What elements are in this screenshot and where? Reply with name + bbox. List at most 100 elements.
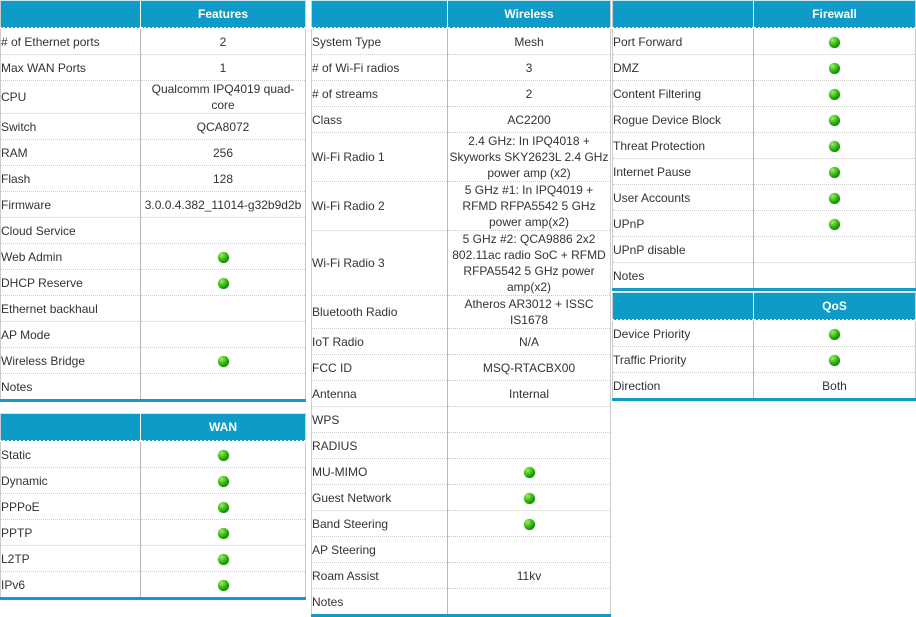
firewall-qos-column: Firewall Port Forward DMZ Content Filtering…	[612, 0, 916, 401]
table-row: Wireless Bridge	[0, 347, 306, 374]
row-label: PPTP	[0, 519, 141, 546]
table-row: WPS	[311, 406, 611, 433]
row-label: Wi-Fi Radio 3	[311, 230, 448, 296]
row-value	[753, 346, 916, 373]
table-row: Content Filtering	[612, 80, 916, 107]
green-status-dot-icon	[523, 492, 535, 504]
row-value	[140, 243, 306, 270]
table-row: RADIUS	[311, 432, 611, 459]
green-status-dot-icon	[829, 328, 840, 340]
table-row: Notes	[0, 373, 306, 401]
row-value	[447, 536, 611, 563]
row-label: Band Steering	[311, 510, 448, 537]
wireless-column: Wireless System Type Mesh # of Wi-Fi radios…	[311, 0, 611, 617]
table-row: CPU Qualcomm IPQ4019 quad-core	[0, 80, 306, 114]
row-label: Guest Network	[311, 484, 448, 511]
row-label: FCC ID	[311, 354, 448, 381]
row-value: N/A	[447, 328, 611, 355]
row-label: IPv6	[0, 571, 141, 599]
wan-table: WAN Static Dynamic PPPoE PPTP L2TP IPv6	[0, 413, 306, 600]
table-row: # of streams 2	[311, 80, 611, 107]
row-value: 2	[447, 80, 611, 107]
row-value	[140, 269, 306, 296]
row-value	[140, 373, 306, 401]
green-status-dot-icon	[217, 355, 229, 367]
row-value	[753, 184, 916, 211]
green-status-dot-icon	[217, 277, 229, 289]
table-row: Max WAN Ports 1	[0, 54, 306, 81]
green-status-dot-icon	[829, 62, 840, 74]
row-label: Max WAN Ports	[0, 54, 141, 81]
green-status-dot-icon	[829, 88, 840, 100]
table-row: FCC ID MSQ-RTACBX00	[311, 354, 611, 381]
row-label: Class	[311, 106, 448, 133]
table-row: AP Steering	[311, 536, 611, 563]
table-row: Notes	[612, 262, 916, 290]
table-row: PPPoE	[0, 493, 306, 520]
firewall-table-body: Firewall Port Forward DMZ Content Filtering…	[612, 0, 916, 290]
row-value	[140, 441, 306, 468]
green-status-dot-icon	[217, 579, 229, 591]
row-label: Flash	[0, 165, 141, 192]
table-row: AP Mode	[0, 321, 306, 348]
row-value	[140, 321, 306, 348]
row-label: Ethernet backhaul	[0, 295, 141, 322]
row-value	[753, 320, 916, 347]
row-value	[140, 571, 306, 599]
table-header-row: Firewall	[612, 0, 916, 29]
row-label: MU-MIMO	[311, 458, 448, 485]
row-value	[140, 295, 306, 322]
row-value: 5 GHz #2: QCA9886 2x2 802.11ac radio SoC…	[447, 230, 611, 296]
row-label: Threat Protection	[612, 132, 754, 159]
table-row: DHCP Reserve	[0, 269, 306, 296]
row-label: AP Mode	[0, 321, 141, 348]
table-header-row: Wireless	[311, 0, 611, 29]
row-value	[140, 493, 306, 520]
row-value	[140, 217, 306, 244]
row-label: AP Steering	[311, 536, 448, 563]
green-status-dot-icon	[829, 354, 840, 366]
table-header-title: Firewall	[753, 0, 916, 29]
row-label: Internet Pause	[612, 158, 754, 185]
row-value	[140, 545, 306, 572]
row-label: Wi-Fi Radio 2	[311, 181, 448, 231]
qos-table-body: QoS Device Priority Traffic Priority Direct…	[612, 292, 916, 400]
features-table-body: Features # of Ethernet ports 2 Max WAN Port…	[0, 0, 306, 401]
table-row: System Type Mesh	[311, 28, 611, 55]
wireless-table: Wireless System Type Mesh # of Wi-Fi radios…	[311, 0, 611, 617]
row-label: System Type	[311, 28, 448, 55]
row-value	[753, 236, 916, 263]
row-value: Mesh	[447, 28, 611, 55]
table-row: Port Forward	[612, 28, 916, 55]
table-row: Cloud Service	[0, 217, 306, 244]
table-row: Internet Pause	[612, 158, 916, 185]
row-value	[447, 484, 611, 511]
table-header-row: QoS	[612, 292, 916, 321]
row-label: Device Priority	[612, 320, 754, 347]
row-label: # of Ethernet ports	[0, 28, 141, 55]
table-row: User Accounts	[612, 184, 916, 211]
row-value	[140, 519, 306, 546]
table-row: # of Wi-Fi radios 3	[311, 54, 611, 81]
row-label: Static	[0, 441, 141, 468]
table-row: Static	[0, 441, 306, 468]
row-value	[447, 458, 611, 485]
row-label: Firmware	[0, 191, 141, 218]
table-row: Band Steering	[311, 510, 611, 537]
table-row: Device Priority	[612, 320, 916, 347]
table-row: Wi-Fi Radio 1 2.4 GHz: In IPQ4018 + Skywo…	[311, 132, 611, 182]
row-value: 128	[140, 165, 306, 192]
table-row: UPnP disable	[612, 236, 916, 263]
green-status-dot-icon	[217, 527, 229, 539]
green-status-dot-icon	[217, 501, 229, 513]
table-row: UPnP	[612, 210, 916, 237]
green-status-dot-icon	[829, 140, 840, 152]
table-row: Switch QCA8072	[0, 113, 306, 140]
table-header-label-cell	[612, 0, 754, 29]
green-status-dot-icon	[523, 518, 535, 530]
green-status-dot-icon	[829, 218, 840, 230]
row-label: WPS	[311, 406, 448, 433]
table-row: Wi-Fi Radio 25 GHz #1: In IPQ4019 + RFMD…	[311, 181, 611, 231]
table-header-title: WAN	[140, 413, 306, 442]
table-row: IPv6	[0, 571, 306, 599]
